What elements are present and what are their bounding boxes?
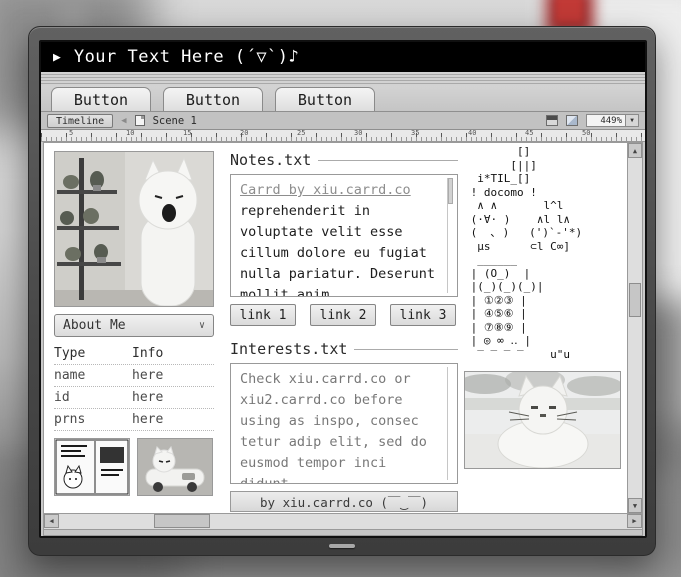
- snow-cat-photo: [464, 371, 621, 469]
- about-me-select[interactable]: About Me ∨: [54, 314, 214, 337]
- row-value: here: [132, 390, 163, 405]
- car-cat-thumbnail: [137, 438, 213, 496]
- vertical-scrollbar[interactable]: ▲ ▼: [627, 143, 642, 513]
- footer-credit-bar[interactable]: by xiu.carrd.co (￣‿￣): [230, 491, 458, 512]
- toolbar: Timeline ◀ Scene 1 449% ▼: [41, 112, 645, 130]
- ruler-number: 25: [297, 130, 305, 137]
- decor-stripes: [41, 72, 645, 86]
- app-window: ▶ Your Text Here (´▽`)♪ Button Button Bu…: [39, 40, 647, 538]
- ruler-number: 10: [126, 130, 134, 137]
- scene: ▶ Your Text Here (´▽`)♪ Button Button Bu…: [0, 0, 681, 577]
- ruler-number: 50: [582, 130, 590, 137]
- edit-scene-icon[interactable]: [546, 115, 558, 126]
- notes-box: Carrd by xiu.carrd.co reprehenderit in v…: [230, 174, 458, 297]
- back-arrow-icon[interactable]: ◀: [121, 116, 126, 126]
- comic-image: [55, 439, 129, 495]
- status-strip: [43, 530, 643, 536]
- page-content: About Me ∨ Type Info name here: [43, 142, 643, 514]
- scene-icon: [135, 115, 145, 126]
- ruler-number: 20: [240, 130, 248, 137]
- row-key: name: [54, 368, 132, 383]
- table-row: id here: [54, 387, 214, 409]
- links-row: link 1 link 2 link 3: [230, 304, 458, 326]
- interests-heading: Interests.txt: [230, 340, 458, 358]
- table-row: prns here: [54, 409, 214, 431]
- notes-body-text: reprehenderit in voluptate velit esse ci…: [240, 203, 435, 297]
- interests-title: Interests.txt: [230, 340, 347, 358]
- link-1-button[interactable]: link 1: [230, 304, 296, 326]
- tab-bar: Button Button Button: [41, 86, 645, 112]
- horizontal-scrollbar[interactable]: ◀ ▶: [43, 514, 643, 530]
- cat-photo-image: [55, 152, 213, 306]
- titlebar: ▶ Your Text Here (´▽`)♪: [41, 42, 645, 72]
- page-title: Your Text Here (´▽`)♪: [74, 47, 299, 67]
- middle-column: Notes.txt Carrd by xiu.carrd.co reprehen…: [230, 151, 458, 512]
- row-value: here: [132, 368, 163, 383]
- header-info: Info: [132, 346, 163, 361]
- interests-scrollbar[interactable]: [447, 367, 453, 480]
- scroll-left-icon[interactable]: ◀: [44, 514, 59, 528]
- ruler-number: 35: [411, 130, 419, 137]
- comic-thumbnail: [54, 438, 130, 496]
- notes-scrollbar[interactable]: [447, 178, 453, 293]
- scene-label: Scene 1: [153, 115, 197, 127]
- scroll-up-icon[interactable]: ▲: [628, 143, 642, 158]
- table-row: name here: [54, 365, 214, 387]
- thumbnail-row: [54, 438, 214, 496]
- row-value: here: [132, 412, 163, 427]
- interests-body-text: Check xiu.carrd.co or xiu2.carrd.co befo…: [240, 371, 427, 484]
- edit-symbol-icon[interactable]: [566, 115, 578, 126]
- horizontal-scroll-thumb[interactable]: [154, 514, 210, 528]
- scroll-down-icon[interactable]: ▼: [628, 498, 642, 513]
- monitor-power-notch: [329, 544, 355, 548]
- ruler-number: 30: [354, 130, 362, 137]
- zoom-value[interactable]: 449%: [586, 114, 626, 127]
- zoom-control[interactable]: 449% ▼: [586, 114, 639, 127]
- notes-heading: Notes.txt: [230, 151, 458, 169]
- ruler-number: 40: [468, 130, 476, 137]
- chevron-down-icon: ∨: [199, 320, 205, 331]
- row-key: id: [54, 390, 132, 405]
- about-me-value: About Me: [63, 318, 126, 333]
- monitor-frame: ▶ Your Text Here (´▽`)♪ Button Button Bu…: [28, 26, 656, 556]
- play-icon: ▶: [53, 50, 61, 65]
- vertical-scroll-thumb[interactable]: [629, 283, 641, 317]
- car-cat-image: [138, 439, 212, 495]
- tab-button-2[interactable]: Button: [163, 87, 263, 111]
- right-column: [] [||] i*TIL_[] ! docomo ! ∧ ∧ l^l (·∀·…: [464, 145, 628, 469]
- scroll-right-icon[interactable]: ▶: [627, 514, 642, 528]
- row-key: prns: [54, 412, 132, 427]
- ruler-number: 15: [183, 130, 191, 137]
- interests-box: Check xiu.carrd.co or xiu2.carrd.co befo…: [230, 363, 458, 484]
- heading-rule: [318, 160, 458, 161]
- table-header-row: Type Info: [54, 343, 214, 365]
- header-type: Type: [54, 346, 132, 361]
- link-3-button[interactable]: link 3: [390, 304, 456, 326]
- docomo-ascii-art: [] [||] i*TIL_[] ! docomo ! ∧ ∧ l^l (·∀·…: [464, 145, 628, 361]
- notes-scrollbar-thumb[interactable]: [448, 178, 453, 204]
- ruler-number: 5: [69, 130, 73, 137]
- cat-photo: [54, 151, 214, 307]
- tab-button-1[interactable]: Button: [51, 87, 151, 111]
- info-table: Type Info name here id here prns: [54, 343, 214, 431]
- link-2-button[interactable]: link 2: [310, 304, 376, 326]
- ruler-number: 45: [525, 130, 533, 137]
- carrd-credit-link[interactable]: Carrd by xiu.carrd.co: [240, 182, 411, 198]
- left-column: About Me ∨ Type Info name here: [54, 151, 214, 496]
- snow-cat-image: [465, 372, 620, 468]
- notes-title: Notes.txt: [230, 151, 311, 169]
- timeline-button[interactable]: Timeline: [47, 114, 113, 128]
- timeline-ruler: 5 10 15 20 25 30 35 40 45 50: [41, 130, 645, 142]
- heading-rule: [354, 349, 458, 350]
- bg-red-object: [556, 0, 582, 22]
- tab-button-3[interactable]: Button: [275, 87, 375, 111]
- zoom-dropdown-icon[interactable]: ▼: [626, 114, 639, 127]
